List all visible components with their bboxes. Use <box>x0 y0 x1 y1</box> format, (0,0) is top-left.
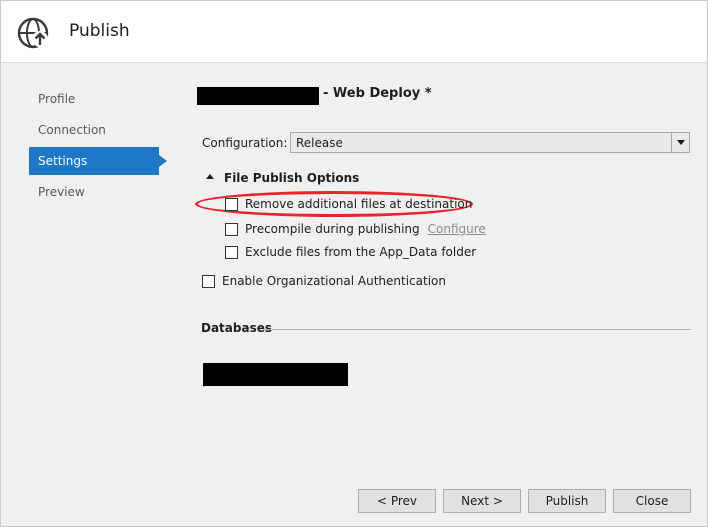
remove-additional-files-checkbox[interactable] <box>225 198 238 211</box>
caret-up-icon[interactable] <box>206 174 214 179</box>
dialog-header: Publish <box>1 1 707 63</box>
org-auth-checkbox[interactable] <box>202 275 215 288</box>
profile-heading: - Web Deploy * <box>197 85 695 107</box>
precompile-label-wrap: Precompile during publishing Configure <box>245 222 486 236</box>
precompile-checkbox[interactable] <box>225 223 238 236</box>
nav-item-profile[interactable]: Profile <box>29 85 161 113</box>
close-button[interactable]: Close <box>613 489 691 513</box>
nav-item-preview[interactable]: Preview <box>29 178 161 206</box>
profile-suffix: - Web Deploy * <box>323 86 432 101</box>
remove-additional-files-label[interactable]: Remove additional files at destination <box>245 197 472 211</box>
dialog-footer: < Prev Next > Publish Close <box>358 489 692 513</box>
exclude-app-data-label[interactable]: Exclude files from the App_Data folder <box>245 245 476 259</box>
next-button[interactable]: Next > <box>443 489 521 513</box>
file-publish-options-title: File Publish Options <box>224 171 360 185</box>
profile-name-redacted <box>197 87 319 105</box>
configuration-label: Configuration: <box>202 136 288 150</box>
databases-title: Databases <box>201 321 273 335</box>
prev-button[interactable]: < Prev <box>358 489 436 513</box>
configuration-row: Configuration: Release <box>202 132 690 154</box>
dialog-title: Publish <box>69 21 130 41</box>
configuration-value: Release <box>296 136 343 150</box>
chevron-down-icon[interactable] <box>671 133 689 152</box>
configure-link[interactable]: Configure <box>428 222 486 236</box>
databases-header: Databases <box>201 321 691 337</box>
publish-button[interactable]: Publish <box>528 489 606 513</box>
nav-item-settings[interactable]: Settings <box>29 147 167 175</box>
precompile-label[interactable]: Precompile during publishing <box>245 222 420 236</box>
nav-item-connection[interactable]: Connection <box>29 116 161 144</box>
configuration-select[interactable]: Release <box>290 132 690 153</box>
globe-upload-icon <box>17 17 49 49</box>
exclude-app-data-checkbox[interactable] <box>225 246 238 259</box>
databases-divider <box>263 329 691 330</box>
wizard-nav: Profile Connection Settings Preview <box>29 85 167 209</box>
database-entry-redacted <box>203 363 348 386</box>
publish-dialog: Publish Profile Connection Settings Prev… <box>0 0 708 527</box>
org-auth-label[interactable]: Enable Organizational Authentication <box>222 274 446 288</box>
settings-panel: - Web Deploy * Configuration: Release Fi… <box>195 85 695 386</box>
